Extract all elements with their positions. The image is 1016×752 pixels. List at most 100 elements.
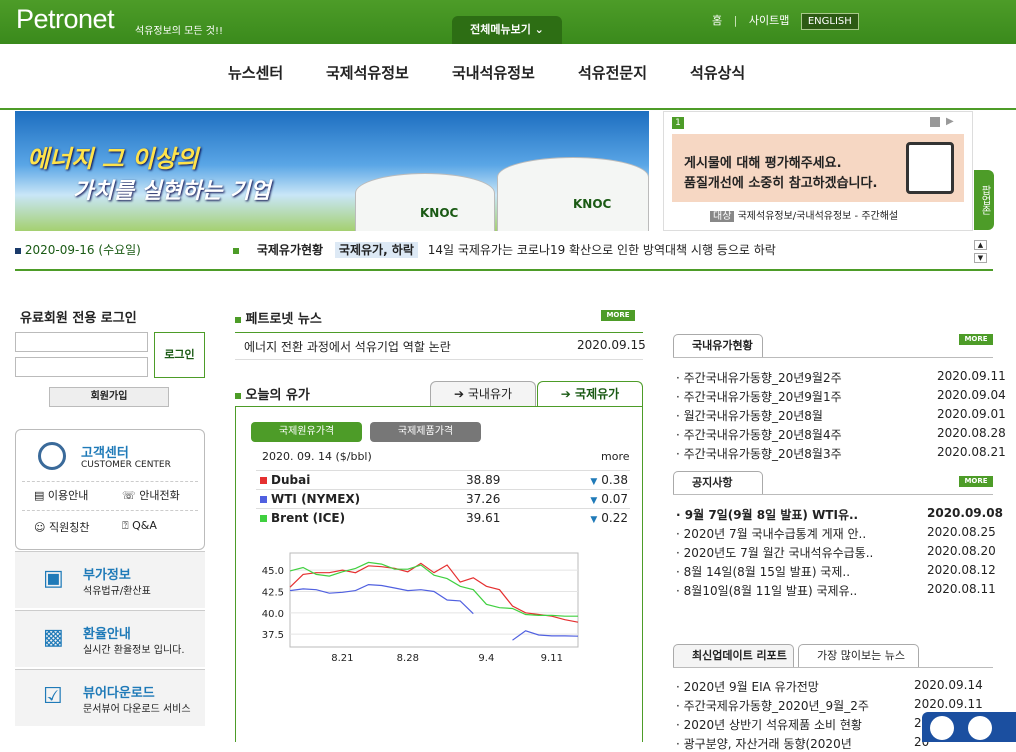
price-date: 2020. 09. 14 ($/bbl) (262, 450, 372, 463)
sidebox-extra-info[interactable]: ▣ 부가정보 석유법규/환산표 (15, 551, 205, 608)
sidebox-title: 환율안내 (83, 627, 131, 642)
cs-guide-link[interactable]: ▤ 이용안내 (34, 487, 88, 503)
list-item[interactable]: · 8월 14일(8월 15일 발표) 국제.. 2020.08.12 (676, 563, 996, 580)
price-table: Dubai 38.89 ▼ 0.38 WTI (NYMEX) 37.26 ▼ 0.07 Bren… (256, 470, 630, 527)
price-more-link[interactable]: more (601, 450, 630, 463)
question-icon: ⍰ (122, 519, 129, 532)
list-item-date: 2020.09.04 (937, 388, 1006, 402)
price-change-text: 0.22 (601, 511, 628, 525)
popup-zone-tab[interactable]: 팝업존 (974, 170, 994, 230)
join-button[interactable]: 회원가입 (49, 387, 169, 407)
list-item-title: 주간국내유가동향_20년9월2주 (683, 371, 842, 385)
list-item[interactable]: · 주간국내유가동향_20년8월3주 2020.08.21 (676, 445, 1006, 462)
tab-latest-report[interactable]: 최신업데이트 리포트 (673, 644, 794, 668)
list-item-title: 주간국내유가동향_20년8월3주 (683, 447, 842, 461)
login-button[interactable]: 로그인 (154, 332, 205, 378)
price-row: Brent (ICE) 39.61 ▼ 0.22 (256, 508, 630, 527)
ticker-up-icon[interactable]: ▲ (974, 240, 987, 250)
cs-phone-label: 안내전화 (139, 489, 180, 502)
bullet-dot: · (676, 508, 685, 522)
domestic-more-button[interactable]: MORE (959, 334, 993, 345)
x-tick-label: 9.11 (541, 653, 563, 664)
notice-more-button[interactable]: MORE (959, 476, 993, 487)
current-date: 2020-09-16 (수요일) (15, 241, 141, 258)
survey-target: 대상 국제석유정보/국내석유정보 - 주간해설 (710, 207, 898, 222)
cs-title[interactable]: 고객센터 (81, 442, 129, 461)
stop-icon[interactable] (968, 716, 992, 740)
chevron-down-icon: ⌄ (534, 23, 544, 36)
bullet-dot: · (676, 447, 684, 461)
media-player-widget[interactable] (922, 712, 1016, 742)
ticker-highlight[interactable]: 국제유가, 하락 (334, 242, 418, 258)
list-item[interactable]: · 2020년 7월 국내수급통계 게재 안.. 2020.08.25 (676, 525, 996, 542)
sidebox-viewer[interactable]: ☑ 뷰어다운로드 문서뷰어 다운로드 서비스 (15, 669, 205, 726)
login-id-input[interactable] (15, 332, 148, 352)
tab-intl-price[interactable]: ➔ 국제유가 (537, 381, 643, 407)
hero-banner[interactable]: KNOC KNOC 에너지 그 이상의 가치를 실현하는 기업 (15, 111, 649, 231)
divider (673, 494, 993, 495)
list-item-title: 2020년 7월 국내수급통계 게재 안.. (683, 527, 867, 541)
nav-intl-oil[interactable]: 국제석유정보 (326, 62, 409, 83)
survey-banner[interactable]: 1 ▶ 게시물에 대해 평가해주세요. 품질개선에 소중히 참고하겠습니다. 대… (663, 111, 973, 231)
list-item[interactable]: · 8월10일(8월 11일 발표) 국제유.. 2020.08.11 (676, 582, 996, 599)
nav-domestic-oil[interactable]: 국내석유정보 (452, 62, 535, 83)
tab-domestic-status[interactable]: 국내유가현황 (673, 334, 763, 358)
list-item[interactable]: · 주간국내유가동향_20년9월1주 2020.09.04 (676, 388, 1006, 405)
main-nav: 뉴스센터 국제석유정보 국내석유정보 석유전문지 석유상식 (0, 44, 1016, 110)
login-password-input[interactable] (15, 357, 148, 377)
list-item[interactable]: · 주간국내유가동향_20년8월4주 2020.08.28 (676, 426, 1006, 443)
news-item-title[interactable]: 에너지 전환 과정에서 석유기업 역할 논란 (244, 338, 451, 355)
sidebox-subtitle: 문서뷰어 다운로드 서비스 (83, 704, 191, 715)
product-price-button[interactable]: 국제제품가격 (370, 422, 481, 442)
survey-index: 1 (672, 117, 684, 129)
english-link[interactable]: ENGLISH (800, 13, 859, 30)
bullet-dot: · (676, 737, 684, 751)
list-item-title: 주간국내유가동향_20년8월4주 (683, 428, 842, 442)
home-link[interactable]: 홈 (712, 14, 722, 27)
news-section-title: 페트로넷 뉴스 (235, 308, 322, 327)
cs-phone-link[interactable]: ☏ 안내전화 (122, 487, 180, 503)
divider (673, 357, 993, 358)
news-more-button[interactable]: MORE (601, 310, 635, 321)
list-item-date: 2020.09.08 (927, 506, 1003, 520)
play-icon[interactable]: ▶ (946, 116, 954, 127)
stop-icon[interactable] (930, 117, 940, 127)
list-item-title: 주간국제유가동향_2020년_9월_2주 (683, 699, 869, 713)
list-item[interactable]: · 2020년도 7월 월간 국내석유수급통.. 2020.08.20 (676, 544, 996, 561)
list-item-title: 월간국내유가동향_20년8월 (683, 409, 823, 423)
list-item[interactable]: · 월간국내유가동향_20년8월 2020.09.01 (676, 407, 1006, 424)
price-change: ▼ 0.22 (590, 511, 628, 525)
news-item-date: 2020.09.15 (577, 338, 646, 352)
play-icon[interactable] (930, 716, 954, 740)
sidebox-exchange[interactable]: ▩ 환율안내 실시간 환율정보 입니다. (15, 610, 205, 667)
nav-oil-knowledge[interactable]: 석유상식 (690, 62, 745, 83)
logo[interactable]: Petronet (16, 4, 115, 35)
list-item[interactable]: · 9월 7일(9월 8일 발표) WTI유.. 2020.09.08 (676, 506, 1003, 523)
bullet-dot: · (676, 371, 684, 385)
y-tick-label: 40.0 (262, 609, 284, 620)
crude-price-button[interactable]: 국제원유가격 (251, 422, 362, 442)
survey-tag: 대상 (710, 211, 735, 222)
price-name: Dubai (260, 473, 310, 487)
tab-domestic-price[interactable]: ➔ 국내유가 (430, 381, 536, 407)
price-row: WTI (NYMEX) 37.26 ▼ 0.07 (256, 489, 630, 508)
oil-tank-graphic (497, 157, 649, 231)
list-item[interactable]: · 2020년 9월 EIA 유가전망 2020.09.14 (676, 678, 996, 695)
tab-notice[interactable]: 공지사항 (673, 471, 763, 495)
cs-qna-link[interactable]: ⍰ Q&A (122, 519, 157, 533)
list-item[interactable]: · 주간국내유가동향_20년9월2주 2020.09.11 (676, 369, 1006, 386)
price-change: ▼ 0.38 (590, 473, 628, 487)
ticker-text[interactable]: 14일 국제유가는 코로나19 확산으로 인한 방역대책 시행 등으로 하락 (428, 243, 776, 257)
bar-chart-icon: ▩ (43, 625, 64, 650)
sitemap-link[interactable]: 사이트맵 (749, 14, 789, 27)
ticker-down-icon[interactable]: ▼ (974, 253, 987, 263)
all-menu-button[interactable]: 전체메뉴보기 ⌄ (452, 16, 562, 44)
nav-oil-journal[interactable]: 석유전문지 (578, 62, 647, 83)
list-item-date: 2020.09.11 (937, 369, 1006, 383)
survey-line2: 품질개선에 소중히 참고하겠습니다. (684, 176, 878, 191)
nav-news-center[interactable]: 뉴스센터 (228, 62, 283, 83)
tab-popular-news[interactable]: 가장 많이보는 뉴스 (798, 644, 919, 668)
x-tick-label: 9.4 (478, 653, 494, 664)
list-item-date: 2020.09.01 (937, 407, 1006, 421)
cs-praise-link[interactable]: ☺ 직원칭찬 (34, 519, 89, 535)
